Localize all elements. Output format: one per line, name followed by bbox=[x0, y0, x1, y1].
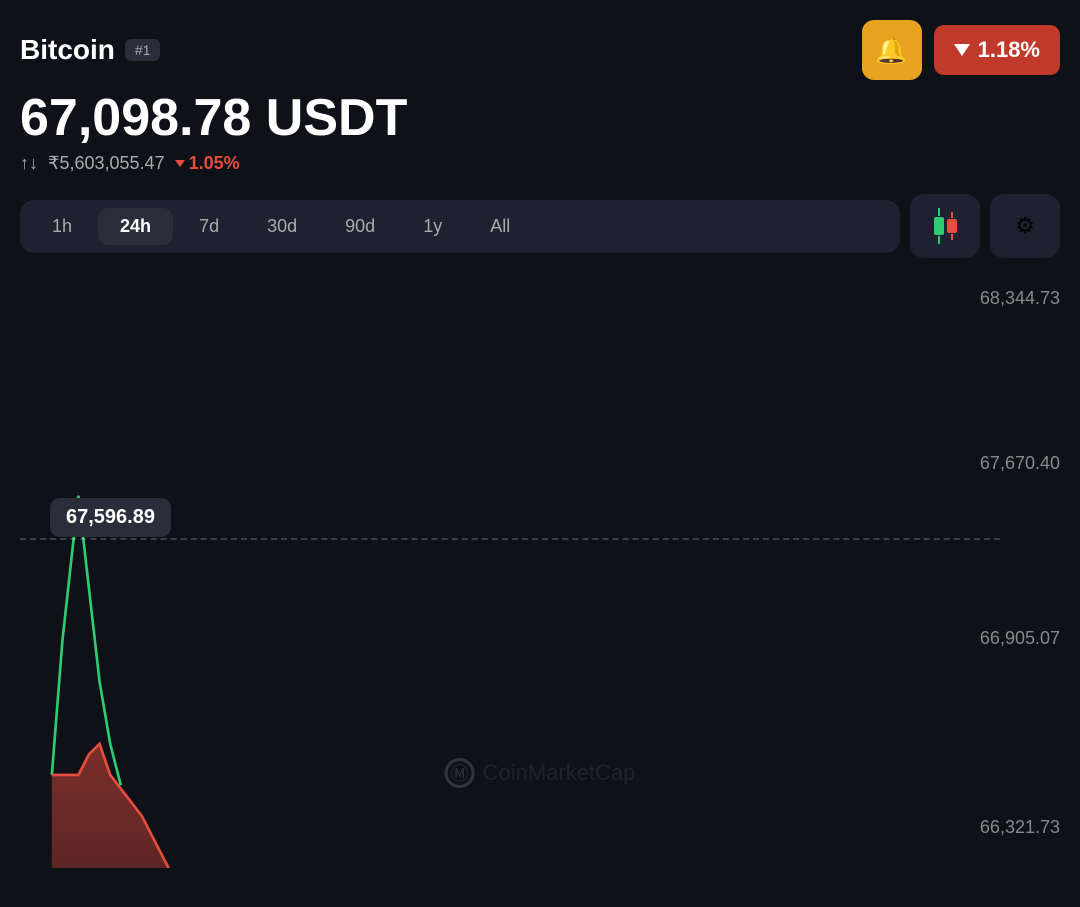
time-btn-7d[interactable]: 7d bbox=[177, 208, 241, 245]
bell-icon: 🔔 bbox=[875, 35, 907, 66]
tooltip-price: 67,596.89 bbox=[66, 506, 155, 528]
inr-price: ₹5,603,055.47 bbox=[48, 153, 165, 174]
header: Bitcoin #1 🔔 1.18% bbox=[20, 20, 1060, 80]
header-right: 🔔 1.18% bbox=[862, 20, 1060, 80]
transfer-arrows-icon: ↑↓ bbox=[20, 153, 38, 174]
header-left: Bitcoin #1 bbox=[20, 34, 160, 66]
price-label-low: 66,321.73 bbox=[980, 817, 1060, 838]
small-arrow-down-icon bbox=[175, 160, 185, 167]
reference-line bbox=[20, 538, 1000, 540]
rank-badge: #1 bbox=[125, 39, 161, 61]
time-btn-90d[interactable]: 90d bbox=[323, 208, 397, 245]
watermark: Ⓜ CoinMarketCap bbox=[445, 758, 636, 788]
green-candle bbox=[934, 208, 944, 244]
sliders-icon: ⚙ bbox=[1015, 213, 1035, 239]
cmc-logo-icon: Ⓜ bbox=[445, 758, 475, 788]
chart-settings-button[interactable]: ⚙ bbox=[990, 194, 1060, 258]
time-selector: 1h 24h 7d 30d 90d 1y All bbox=[20, 194, 1060, 258]
candlestick-icon bbox=[934, 208, 957, 244]
time-bar: 1h 24h 7d 30d 90d 1y All bbox=[20, 200, 900, 253]
coin-name: Bitcoin bbox=[20, 34, 115, 66]
change-pct-label: 1.18% bbox=[978, 37, 1040, 63]
price-label-mid-lower: 66,905.07 bbox=[980, 628, 1060, 649]
price-secondary: ↑↓ ₹5,603,055.47 1.05% bbox=[20, 153, 1060, 174]
time-btn-30d[interactable]: 30d bbox=[245, 208, 319, 245]
chart-area: 68,344.73 67,670.40 66,905.07 66,321.73 bbox=[20, 268, 1060, 868]
time-btn-1y[interactable]: 1y bbox=[401, 208, 464, 245]
arrow-down-icon bbox=[954, 44, 970, 56]
change-badge-button[interactable]: 1.18% bbox=[934, 25, 1060, 75]
red-candle bbox=[947, 212, 957, 240]
time-btn-all[interactable]: All bbox=[468, 208, 532, 245]
chart-type-button[interactable] bbox=[910, 194, 980, 258]
time-btn-24h[interactable]: 24h bbox=[98, 208, 173, 245]
watermark-text: CoinMarketCap bbox=[483, 760, 636, 786]
time-btn-1h[interactable]: 1h bbox=[30, 208, 94, 245]
price-label-high: 68,344.73 bbox=[980, 288, 1060, 309]
price-tooltip: 67,596.89 bbox=[50, 498, 171, 537]
price-label-mid-upper: 67,670.40 bbox=[980, 453, 1060, 474]
alert-button[interactable]: 🔔 bbox=[862, 20, 922, 80]
price-main: 67,098.78 USDT bbox=[20, 90, 1060, 147]
inr-change: 1.05% bbox=[175, 153, 240, 174]
